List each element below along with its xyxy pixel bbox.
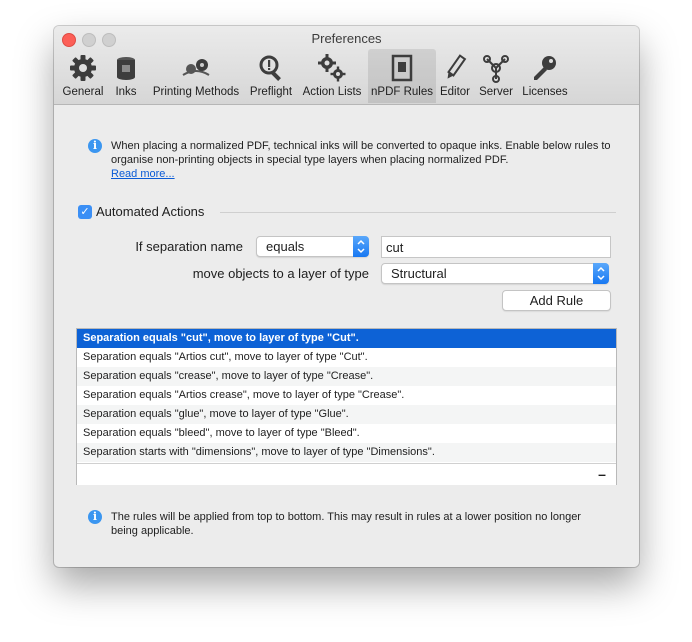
layer-type-popup[interactable]: Structural — [381, 263, 609, 284]
tab-label: General — [62, 86, 104, 98]
npdf-rules-pane: i When placing a normalized PDF, technic… — [54, 105, 639, 567]
tab-label: Inks — [115, 86, 137, 98]
read-more-link[interactable]: Read more... — [111, 168, 175, 180]
tab-label: nPDF Rules — [371, 86, 433, 98]
npdf-rules-icon — [391, 54, 413, 82]
info-text: When placing a normalized PDF, technical… — [111, 140, 611, 166]
updown-arrows-icon — [353, 236, 369, 257]
window-title: Preferences — [311, 31, 382, 46]
tab-label: Action Lists — [302, 86, 362, 98]
server-network-icon — [483, 55, 509, 83]
operator-value: equals — [266, 239, 305, 254]
updown-arrows-icon — [593, 263, 609, 284]
tab-label: Preflight — [249, 86, 293, 98]
table-row[interactable]: Separation equals "Artios crease", move … — [77, 386, 616, 405]
table-footer: – — [77, 463, 616, 485]
tab-editor[interactable]: Editor — [436, 49, 474, 103]
action-lists-gears-icon — [318, 54, 346, 82]
separation-name-field[interactable] — [381, 236, 611, 258]
title-bar: Preferences General Inks Printing Method… — [54, 26, 639, 105]
tab-inks[interactable]: Inks — [110, 49, 142, 103]
pencil-icon — [447, 54, 467, 79]
preflight-magnifier-icon — [259, 55, 281, 81]
add-rule-button[interactable]: Add Rule — [502, 290, 611, 311]
tab-general[interactable]: General — [58, 49, 108, 103]
tab-action-lists[interactable]: Action Lists — [298, 49, 366, 103]
table-row[interactable]: Separation equals "glue", move to layer … — [77, 405, 616, 424]
tab-label: Licenses — [522, 86, 568, 98]
info-message-bottom: The rules will be applied from top to bo… — [111, 511, 581, 537]
section-divider — [220, 212, 616, 213]
tab-label: Server — [479, 86, 513, 98]
separation-name-label: If separation name — [135, 239, 243, 254]
tab-label: Printing Methods — [152, 86, 240, 98]
tab-preflight[interactable]: Preflight — [246, 49, 296, 103]
table-row[interactable]: Separation starts with "dimensions", mov… — [77, 443, 616, 462]
automated-actions-checkbox[interactable]: ✓ — [78, 205, 92, 219]
gear-icon — [70, 55, 96, 81]
operator-popup[interactable]: equals — [256, 236, 369, 257]
info-message-top: When placing a normalized PDF, technical… — [111, 139, 611, 181]
key-icon — [534, 56, 556, 80]
tab-label: Editor — [439, 86, 471, 98]
tab-licenses[interactable]: Licenses — [518, 49, 572, 103]
layer-type-value: Structural — [391, 266, 447, 281]
tab-npdf-rules[interactable]: nPDF Rules — [368, 49, 436, 103]
tab-server[interactable]: Server — [476, 49, 516, 103]
tab-printing-methods[interactable]: Printing Methods — [148, 49, 244, 103]
move-objects-label: move objects to a layer of type — [192, 266, 369, 281]
ink-can-icon — [117, 57, 135, 80]
table-row[interactable]: Separation equals "bleed", move to layer… — [77, 424, 616, 443]
info-icon: i — [88, 510, 102, 524]
separation-name-input[interactable] — [382, 237, 610, 257]
table-row[interactable]: Separation equals "crease", move to laye… — [77, 367, 616, 386]
remove-rule-button[interactable]: – — [594, 465, 610, 483]
table-row[interactable]: Separation equals "cut", move to layer o… — [77, 329, 616, 348]
automated-actions-label: Automated Actions — [96, 204, 205, 219]
table-row[interactable]: Separation equals "Artios cut", move to … — [77, 348, 616, 367]
preferences-window: Preferences General Inks Printing Method… — [54, 26, 639, 567]
rules-table: Separation equals "cut", move to layer o… — [76, 328, 617, 485]
info-icon: i — [88, 139, 102, 153]
printing-methods-icon — [182, 59, 210, 76]
